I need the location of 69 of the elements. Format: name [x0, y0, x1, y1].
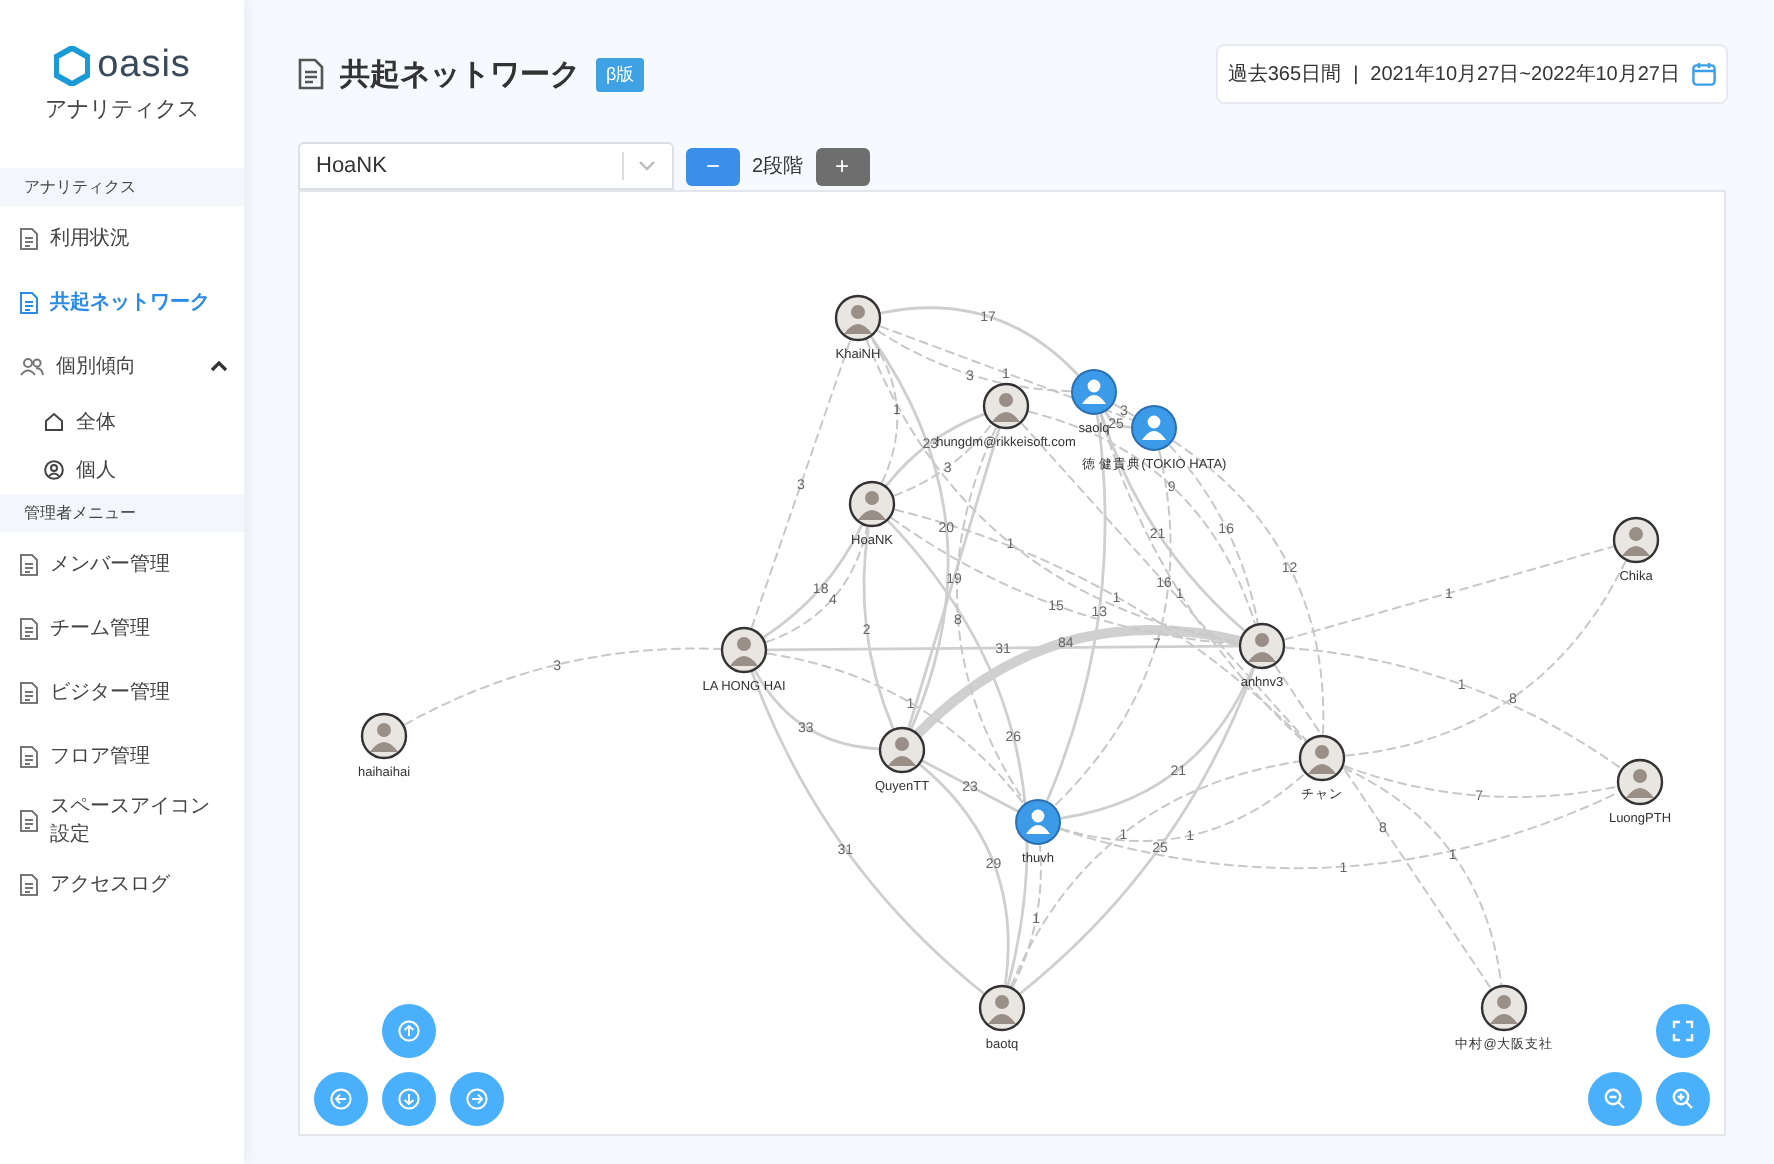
nav-item[interactable]: チーム管理	[0, 596, 244, 660]
avatar-node	[1616, 758, 1664, 806]
document-icon	[20, 617, 38, 639]
avatar-node	[1298, 734, 1346, 782]
document-icon	[20, 291, 38, 313]
avatar-node	[878, 726, 926, 774]
pan-left-button[interactable]	[314, 1072, 368, 1126]
calendar-icon	[1692, 62, 1716, 86]
depth-label: 2段階	[752, 153, 804, 180]
nav-item[interactable]: 共起ネットワーク	[0, 270, 244, 334]
nav-item[interactable]: メンバー管理	[0, 532, 244, 596]
section-heading: 管理者メニュー	[0, 494, 244, 532]
arrow-left-icon	[330, 1088, 352, 1110]
member-select[interactable]: HoaNK	[298, 142, 674, 190]
document-icon	[298, 58, 324, 90]
home-icon	[44, 412, 64, 432]
beta-badge: β版	[596, 57, 645, 91]
app-subtitle: アナリティクス	[43, 96, 201, 124]
document-icon	[20, 809, 38, 831]
logo-text: oasis	[97, 44, 191, 88]
nav-group[interactable]: 個別傾向	[0, 334, 244, 398]
avatar-node	[1480, 984, 1528, 1032]
document-icon	[20, 227, 38, 249]
avatar-node	[834, 294, 882, 342]
arrow-right-icon	[466, 1088, 488, 1110]
nav-item[interactable]: ビジター管理	[0, 660, 244, 724]
avatar-node	[982, 382, 1030, 430]
date-range-picker[interactable]: 過去365日間 | 2021年10月27日~2022年10月27日	[1215, 44, 1728, 104]
logo-icon	[53, 46, 90, 86]
nav-item[interactable]: 利用状況	[0, 206, 244, 270]
user-circle-icon	[44, 460, 64, 480]
document-icon	[20, 745, 38, 767]
section-heading: アナリティクス	[0, 168, 244, 206]
zoom-out-button[interactable]	[1588, 1072, 1642, 1126]
page-title: 共起ネットワーク	[340, 55, 580, 93]
nav-subitem[interactable]: 個人	[0, 446, 244, 494]
zoom-in-icon	[1672, 1088, 1694, 1110]
separator: |	[1353, 63, 1359, 85]
pan-down-button[interactable]	[382, 1072, 436, 1126]
avatar-node	[360, 712, 408, 760]
fullscreen-button[interactable]	[1656, 1004, 1710, 1058]
avatar-node	[848, 480, 896, 528]
document-icon	[20, 873, 38, 895]
arrow-down-icon	[398, 1088, 420, 1110]
user-node	[1071, 369, 1117, 415]
user-node	[1015, 799, 1061, 845]
user-node	[1131, 405, 1177, 451]
document-icon	[20, 553, 38, 575]
nav-item[interactable]: アクセスログ	[0, 852, 244, 916]
document-icon	[20, 681, 38, 703]
chevron-down-icon	[638, 160, 656, 172]
zoom-in-button[interactable]	[1656, 1072, 1710, 1126]
increase-button[interactable]: +	[815, 147, 870, 185]
nav-item[interactable]: フロア管理	[0, 724, 244, 788]
people-icon	[20, 357, 44, 375]
pan-up-button[interactable]	[382, 1004, 436, 1058]
avatar-node	[978, 984, 1026, 1032]
nav-item[interactable]: スペースアイコン設定	[0, 788, 244, 852]
nav-subitem[interactable]: 全体	[0, 398, 244, 446]
fullscreen-icon	[1672, 1020, 1694, 1042]
avatar-node	[1612, 516, 1660, 564]
date-range: 2021年10月27日~2022年10月27日	[1370, 62, 1680, 88]
avatar-node	[1238, 622, 1286, 670]
period-label: 過去365日間	[1227, 61, 1342, 88]
avatar-node	[720, 626, 768, 674]
zoom-out-icon	[1604, 1088, 1626, 1110]
arrow-up-icon	[398, 1020, 420, 1042]
pan-right-button[interactable]	[450, 1072, 504, 1126]
chevron-icon	[210, 360, 228, 372]
